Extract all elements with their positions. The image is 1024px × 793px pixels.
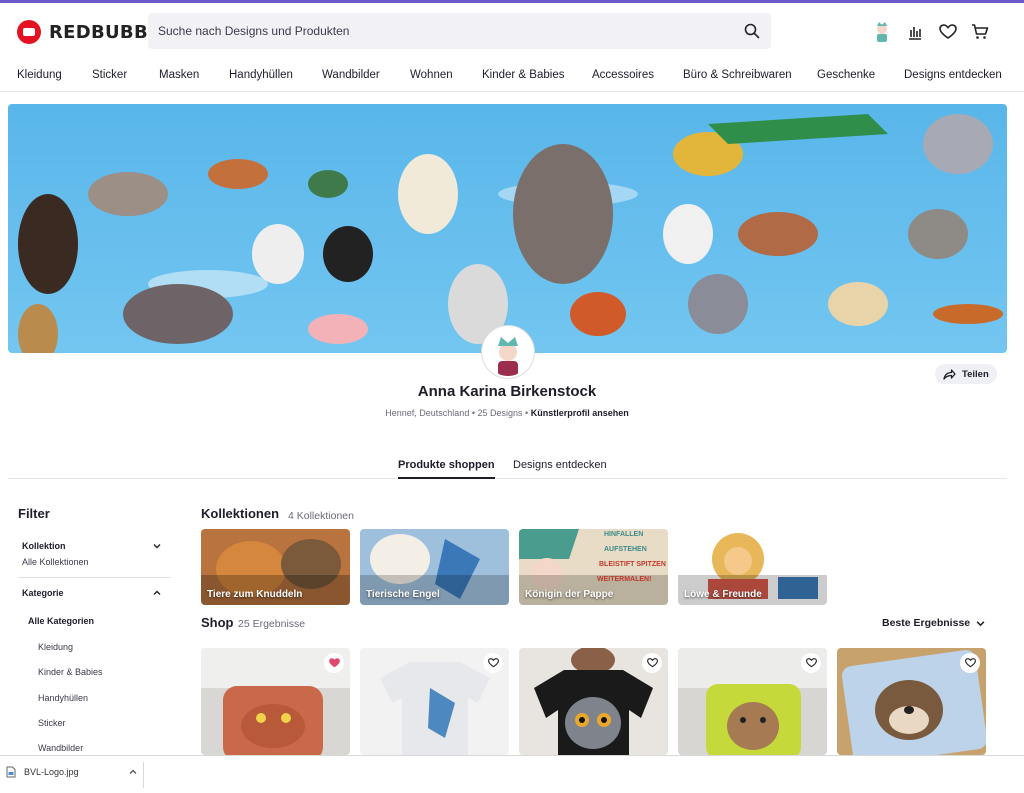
nav-item-handyhuellen[interactable]: Handyhüllen: [229, 69, 293, 81]
dashboard-icon[interactable]: [904, 21, 926, 43]
nav-item-designs-entdecken[interactable]: Designs entdecken: [904, 69, 1002, 81]
collection-label: Löwe & Freunde: [684, 589, 762, 600]
shop-count: 25 Ergebnisse: [238, 618, 306, 630]
nav-item-masken[interactable]: Masken: [159, 69, 199, 81]
shop-title: Shop: [201, 615, 234, 630]
favorite-button[interactable]: [801, 653, 821, 673]
artist-location: Hennef, Deutschland: [385, 408, 470, 418]
filter-kategorie-item[interactable]: Kinder & Babies: [38, 667, 103, 677]
nav-item-wandbilder[interactable]: Wandbilder: [322, 69, 380, 81]
category-nav: Kleidung Sticker Masken Handyhüllen Wand…: [0, 62, 1024, 92]
collection-art-text: BLEISTIFT SPITZEN: [599, 561, 666, 568]
heart-icon: [964, 658, 976, 668]
chevron-up-icon[interactable]: [129, 768, 137, 776]
favorite-button[interactable]: [483, 653, 503, 673]
product-card[interactable]: [360, 648, 509, 755]
profile-tabs: Produkte shoppen Designs entdecken: [8, 455, 1007, 479]
filter-kollektion-toggle[interactable]: Kollektion: [22, 541, 66, 551]
search-icon[interactable]: [743, 22, 761, 40]
filter-kategorie-item[interactable]: Kleidung: [38, 642, 73, 652]
site-header: REDBUBBLE Suche nach Designs und Produkt…: [0, 3, 1024, 61]
chevron-down-icon[interactable]: [153, 542, 161, 550]
share-icon: [943, 368, 956, 380]
search-placeholder: Suche nach Designs und Produkten: [158, 24, 350, 38]
filter-kategorie-item[interactable]: Sticker: [38, 718, 66, 728]
share-button[interactable]: Teilen: [935, 364, 997, 384]
product-card[interactable]: [201, 648, 350, 755]
download-bar: BVL-Logo.jpg: [0, 755, 1024, 793]
favorite-button[interactable]: [324, 653, 344, 673]
nav-item-wohnen[interactable]: Wohnen: [410, 69, 453, 81]
search-input[interactable]: Suche nach Designs und Produkten: [148, 13, 771, 49]
image-file-icon: [6, 766, 16, 778]
filter-kategorie-item[interactable]: Handyhüllen: [38, 693, 88, 703]
filter-kollektion-value[interactable]: Alle Kollektionen: [22, 557, 89, 567]
chevron-down-icon: [976, 620, 985, 626]
artist-name: Anna Karina Birkenstock: [417, 383, 597, 400]
collection-label: Tierische Engel: [366, 589, 440, 600]
filter-divider: [18, 577, 171, 578]
filter-kategorie-toggle[interactable]: Kategorie: [22, 588, 64, 598]
collection-label: Tiere zum Knuddeln: [207, 589, 303, 600]
collections-title: Kollektionen: [201, 506, 280, 521]
nav-item-kinder-babies[interactable]: Kinder & Babies: [482, 69, 564, 81]
collection-label: Königin der Pappe: [525, 589, 614, 600]
collection-card[interactable]: Tierische Engel: [360, 529, 509, 605]
collections-count: 4 Kollektionen: [288, 510, 354, 522]
heart-icon: [805, 658, 817, 668]
filter-kategorie-all[interactable]: Alle Kategorien: [28, 616, 94, 626]
cart-icon[interactable]: [969, 21, 991, 43]
artist-banner-image: [8, 104, 1007, 353]
share-label: Teilen: [962, 368, 989, 380]
filter-kategorie-item[interactable]: Wandbilder: [38, 743, 83, 753]
collection-art-text: WEITERMALEN!: [597, 576, 652, 583]
collection-card[interactable]: Löwe & Freunde: [678, 529, 827, 605]
heart-icon: [487, 658, 499, 668]
filter-title: Filter: [18, 506, 50, 521]
collection-card[interactable]: HINFALLEN AUFSTEHEN BLEISTIFT SPITZEN WE…: [519, 529, 668, 605]
download-item[interactable]: BVL-Logo.jpg: [6, 766, 137, 778]
download-separator: [143, 762, 144, 788]
nav-item-buero-schreibwaren[interactable]: Büro & Schreibwaren: [683, 69, 792, 81]
collection-art-text: AUFSTEHEN: [604, 546, 647, 553]
user-avatar-icon[interactable]: [871, 21, 893, 43]
product-card[interactable]: [519, 648, 668, 755]
tab-designs-entdecken[interactable]: Designs entdecken: [513, 459, 607, 477]
tab-produkte-shoppen[interactable]: Produkte shoppen: [398, 459, 495, 479]
nav-item-kleidung[interactable]: Kleidung: [17, 69, 62, 81]
nav-item-geschenke[interactable]: Geschenke: [817, 69, 875, 81]
nav-item-sticker[interactable]: Sticker: [92, 69, 127, 81]
sort-label: Beste Ergebnisse: [882, 617, 971, 629]
sort-dropdown[interactable]: Beste Ergebnisse: [882, 617, 985, 629]
artist-avatar[interactable]: [482, 326, 534, 378]
chevron-up-icon[interactable]: [153, 589, 161, 597]
heart-icon: [646, 658, 658, 668]
artist-meta: Hennef, Deutschland • 25 Designs • Künst…: [385, 408, 629, 418]
heart-filled-icon: [328, 658, 340, 668]
collection-art-text: HINFALLEN: [604, 531, 644, 538]
product-card[interactable]: [678, 648, 827, 755]
artist-design-count: 25 Designs: [477, 408, 523, 418]
nav-item-accessoires[interactable]: Accessoires: [592, 69, 654, 81]
download-filename: BVL-Logo.jpg: [24, 767, 79, 777]
collection-card[interactable]: Tiere zum Knuddeln: [201, 529, 350, 605]
artist-profile-link[interactable]: Künstlerprofil ansehen: [531, 408, 629, 418]
redbubble-logo-icon: [17, 20, 41, 44]
favorite-button[interactable]: [960, 653, 980, 673]
favorite-button[interactable]: [642, 653, 662, 673]
heart-icon[interactable]: [937, 21, 959, 43]
product-card[interactable]: [837, 648, 986, 755]
